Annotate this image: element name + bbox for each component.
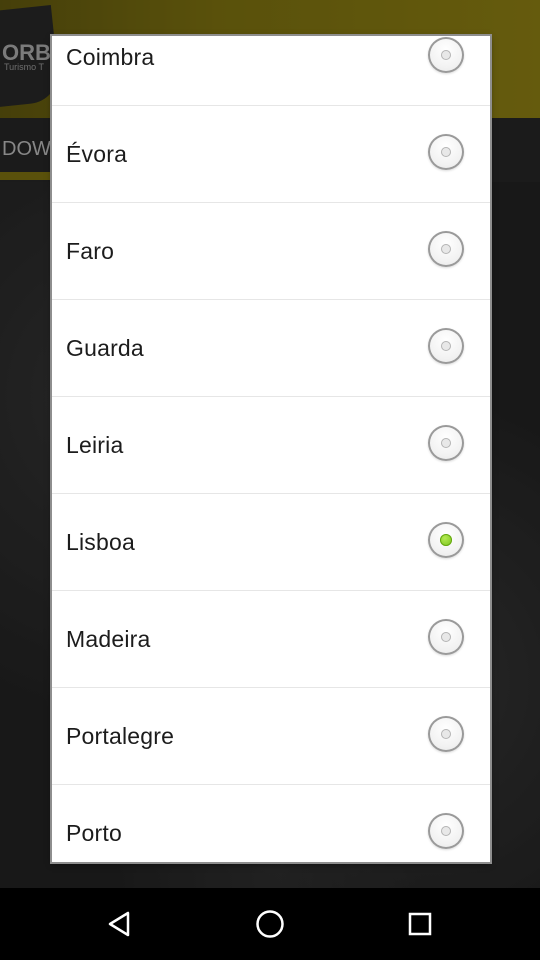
radio-button[interactable]: [428, 134, 464, 170]
radio-button[interactable]: [428, 328, 464, 364]
list-item-label: Lisboa: [66, 528, 135, 555]
radio-dot-icon: [441, 826, 451, 836]
district-list[interactable]: Coimbra Évora Faro Guarda Leiria Lisboa …: [52, 36, 490, 862]
list-item-label: Porto: [66, 819, 122, 846]
radio-dot-icon: [440, 534, 452, 546]
list-item-coimbra[interactable]: Coimbra: [52, 36, 490, 106]
list-item-label: Coimbra: [66, 43, 155, 70]
radio-button[interactable]: [428, 425, 464, 461]
recents-square-icon[interactable]: [402, 906, 438, 942]
radio-button[interactable]: [428, 37, 464, 73]
list-item-lisboa[interactable]: Lisboa: [52, 494, 490, 591]
home-circle-icon[interactable]: [252, 906, 288, 942]
radio-dot-icon: [441, 50, 451, 60]
radio-button-selected[interactable]: [428, 522, 464, 558]
list-item-label: Faro: [66, 237, 115, 264]
radio-dot-icon: [441, 244, 451, 254]
radio-dot-icon: [441, 341, 451, 351]
list-item-porto[interactable]: Porto: [52, 785, 490, 862]
radio-button[interactable]: [428, 619, 464, 655]
district-picker-dialog: Coimbra Évora Faro Guarda Leiria Lisboa …: [52, 36, 490, 862]
back-triangle-icon[interactable]: [102, 906, 138, 942]
list-item-label: Portalegre: [66, 722, 175, 749]
radio-dot-icon: [441, 438, 451, 448]
radio-dot-icon: [441, 632, 451, 642]
list-item-label: Évora: [66, 140, 128, 167]
list-item-leiria[interactable]: Leiria: [52, 397, 490, 494]
list-item-madeira[interactable]: Madeira: [52, 591, 490, 688]
radio-button[interactable]: [428, 231, 464, 267]
system-navigation-bar: [0, 888, 540, 960]
radio-button[interactable]: [428, 716, 464, 752]
list-item-faro[interactable]: Faro: [52, 203, 490, 300]
list-item-evora[interactable]: Évora: [52, 106, 490, 203]
radio-button[interactable]: [428, 813, 464, 849]
list-item-portalegre[interactable]: Portalegre: [52, 688, 490, 785]
radio-dot-icon: [441, 147, 451, 157]
list-item-guarda[interactable]: Guarda: [52, 300, 490, 397]
radio-dot-icon: [441, 729, 451, 739]
list-item-label: Madeira: [66, 625, 151, 652]
list-item-label: Leiria: [66, 431, 124, 458]
list-item-label: Guarda: [66, 334, 144, 361]
